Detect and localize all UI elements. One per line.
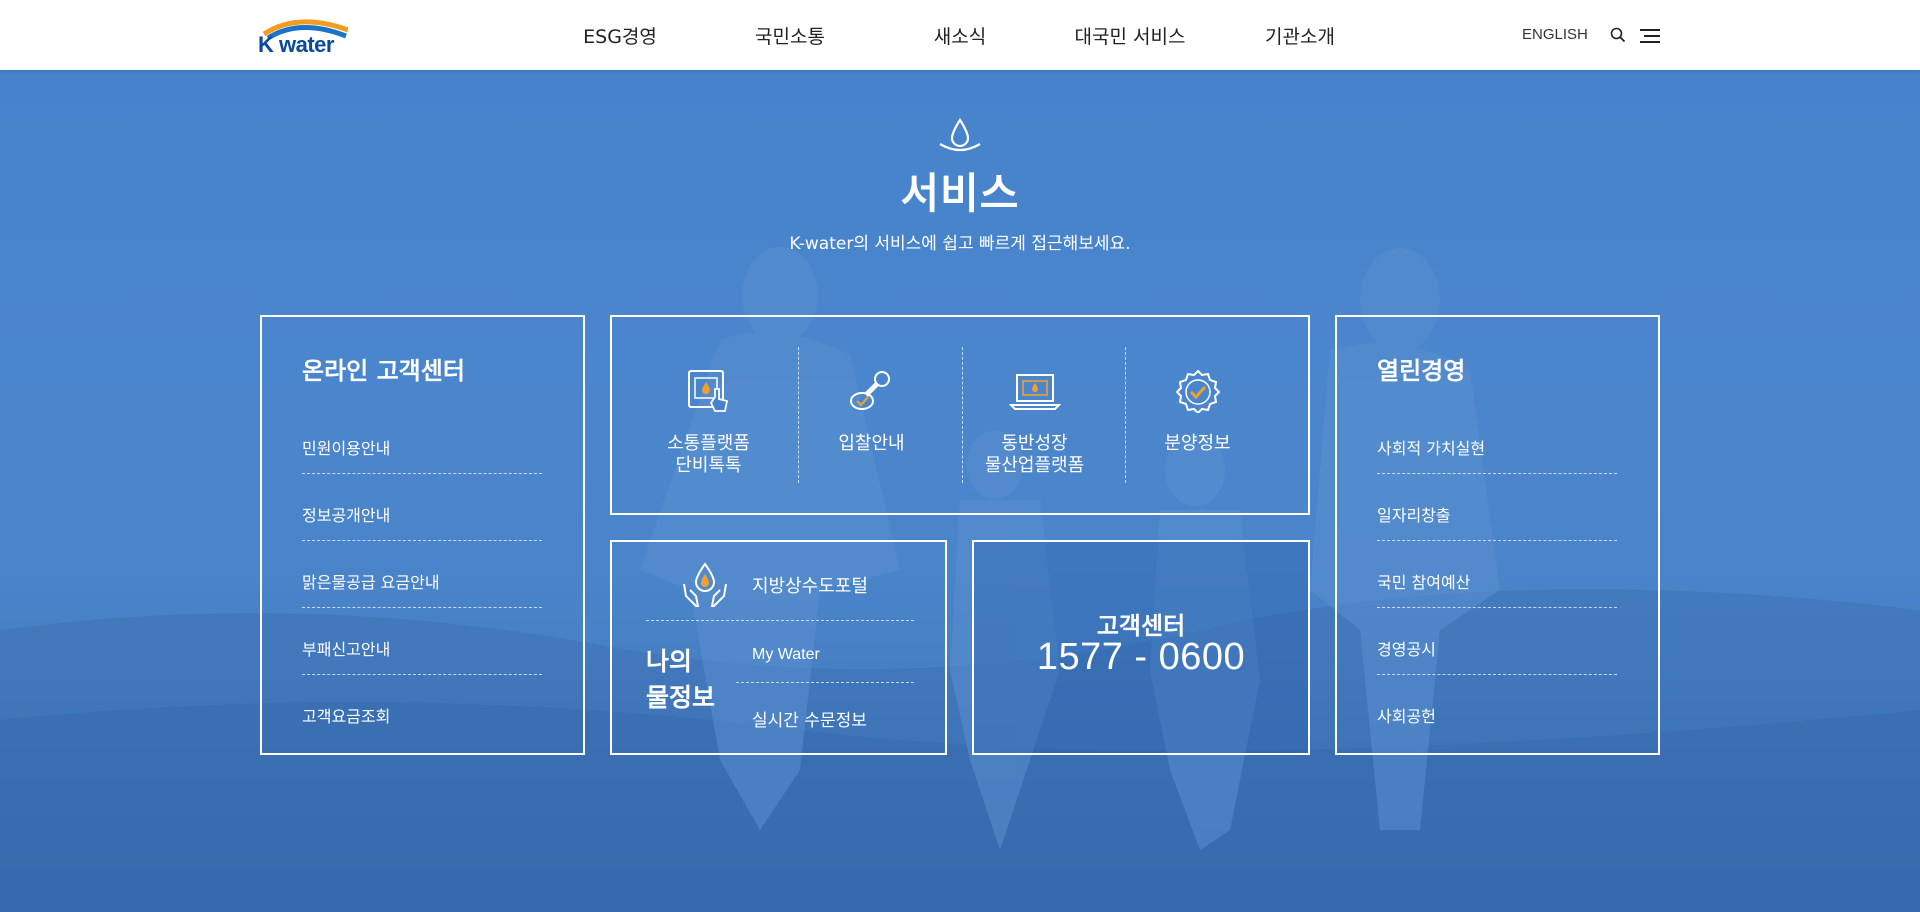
tablet-touch-icon [687,370,728,412]
my-water-title-line1: 나의 [646,647,693,676]
link-social-value[interactable]: 사회적 가치실현 [1377,407,1617,474]
service-label-line1: 동반성장 [1001,433,1068,454]
link-local-water-portal[interactable]: 지방상수도포털 [752,572,912,598]
open-management-panel: 열린경영 사회적 가치실현 일자리창출 국민 참여예산 경영공시 사회공헌 [1335,315,1660,755]
divider [736,682,914,683]
nav-news[interactable]: 새소식 [934,22,986,49]
badge-check-icon [1175,369,1220,413]
link-realtime-hydrology[interactable]: 실시간 수문정보 [752,706,912,731]
link-management-disclosure[interactable]: 경영공시 [1377,608,1617,675]
link-participatory-budget[interactable]: 국민 참여예산 [1377,541,1617,608]
service-label-line2: 물산업플랫폼 [984,455,1085,476]
service-bid-guide[interactable]: 입찰안내 [790,317,953,513]
service-label-line2: 단비톡톡 [675,455,742,476]
site-header: K water ESG경영 국민소통 새소식 대국민 서비스 기관소개 ENGL… [0,0,1920,70]
service-label-line1: 분양정보 [1164,433,1231,454]
page-title: 서비스 [900,169,1020,218]
nav-esg[interactable]: ESG경영 [583,22,657,49]
link-info-disclosure[interactable]: 정보공개안내 [302,474,542,541]
service-label-line1: 소통플랫폼 [667,433,750,454]
nav-communication[interactable]: 국민소통 [755,22,825,49]
services-panel: 소통플랫폼 단비톡톡 입찰안내 동반성장 물산업플랫폼 분양정보 [610,315,1310,515]
stamp-icon [849,371,890,410]
customer-center-panel[interactable]: 고객센터 1577 - 0600 [972,540,1310,755]
nav-about[interactable]: 기관소개 [1265,22,1335,49]
hands-drop-icon [682,562,728,614]
my-water-panel: 나의 물정보 지방상수도포털 My Water 실시간 수문정보 [610,540,947,755]
link-bill-inquiry[interactable]: 고객요금조회 [302,675,542,742]
nav-public-service[interactable]: 대국민 서비스 [1075,22,1186,49]
service-label-line1: 입찰안내 [838,433,905,454]
laptop-icon [1008,374,1061,410]
link-job-creation[interactable]: 일자리창출 [1377,474,1617,541]
online-center-panel: 온라인 고객센터 민원이용안내 정보공개안내 맑은물공급 요금안내 부패신고안내… [260,315,585,755]
service-sale-info[interactable]: 분양정보 [1116,317,1279,513]
search-icon[interactable] [1610,27,1626,47]
service-danbi-talk[interactable]: 소통플랫폼 단비톡톡 [627,317,790,513]
english-link[interactable]: ENGLISH [1522,26,1588,43]
logo-text: K water [258,32,334,57]
link-social-contribution[interactable]: 사회공헌 [1377,675,1617,742]
divider [646,620,914,621]
water-drop-icon [935,116,985,160]
open-management-links: 사회적 가치실현 일자리창출 국민 참여예산 경영공시 사회공헌 [1377,407,1617,742]
my-water-title-line2: 물정보 [646,683,716,712]
page-subtitle: K-water의 서비스에 쉽고 빠르게 접근해보세요. [789,234,1131,254]
hamburger-menu-icon[interactable] [1640,28,1660,48]
link-water-rate[interactable]: 맑은물공급 요금안내 [302,541,542,608]
link-corruption-report[interactable]: 부패신고안내 [302,608,542,675]
my-water-title: 나의 물정보 [646,644,715,716]
open-management-title: 열린경영 [1377,357,1466,385]
link-my-water[interactable]: My Water [752,646,912,664]
online-center-links: 민원이용안내 정보공개안내 맑은물공급 요금안내 부패신고안내 고객요금조회 [302,407,542,742]
link-civil-guide[interactable]: 민원이용안내 [302,407,542,474]
customer-center-phone: 1577 - 0600 [1036,636,1246,678]
kwater-logo[interactable]: K water [258,14,348,58]
online-center-title: 온라인 고객센터 [302,357,465,385]
service-water-industry-platform[interactable]: 동반성장 물산업플랫폼 [953,317,1116,513]
